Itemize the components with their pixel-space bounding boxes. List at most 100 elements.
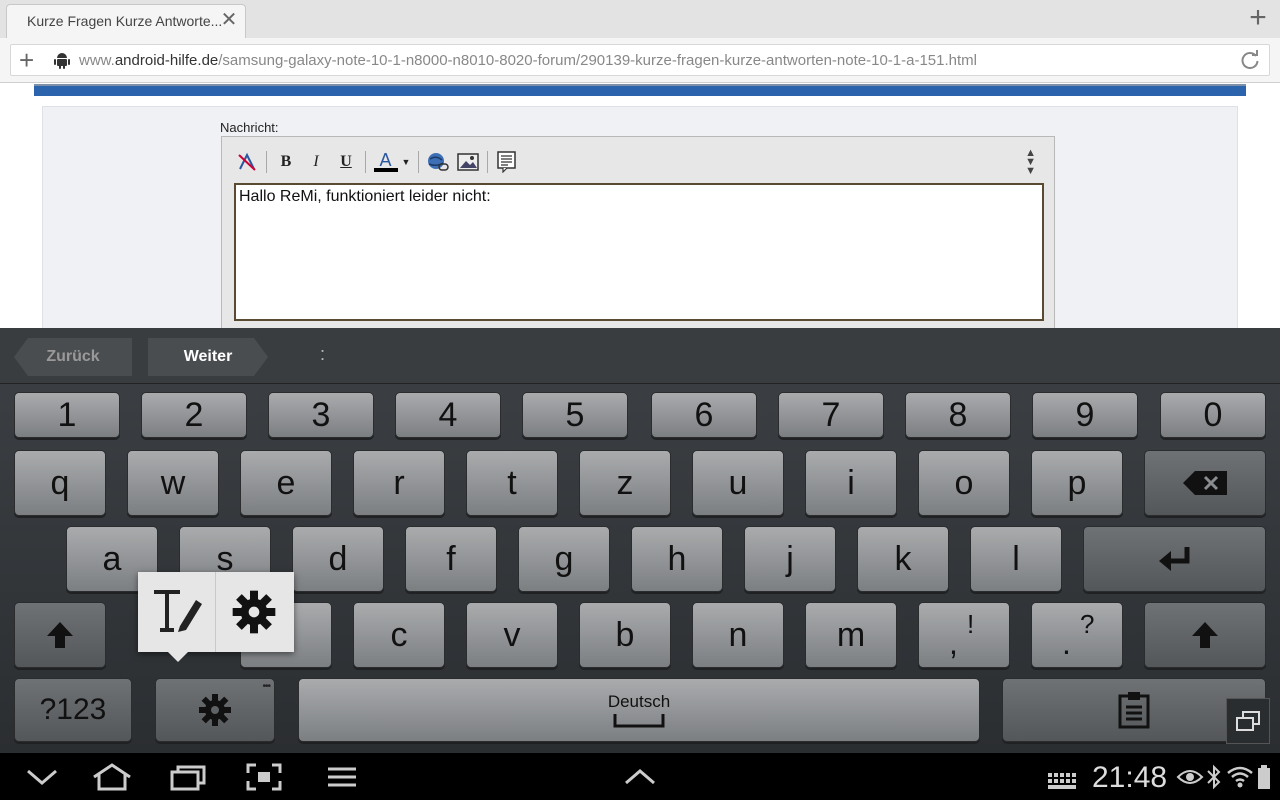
key-b[interactable]: b <box>579 602 671 668</box>
close-tab-icon[interactable]: ✕ <box>219 10 239 30</box>
message-textarea[interactable]: Hallo ReMi, funktioniert leider nicht: <box>234 183 1044 321</box>
message-text: Hallo ReMi, funktioniert leider nicht: <box>239 188 491 205</box>
suggestion-text[interactable]: : <box>320 344 325 365</box>
tab-strip: Kurze Fragen Kurze Antworte... ✕ + <box>0 0 1280 38</box>
reload-icon[interactable] <box>1239 49 1261 71</box>
key-z[interactable]: z <box>579 450 671 516</box>
symbols-key[interactable]: ?123 <box>14 678 132 742</box>
shift-icon <box>1192 622 1218 648</box>
backspace-key[interactable] <box>1144 450 1266 516</box>
key-3[interactable]: 3 <box>268 392 374 438</box>
space-bar-icon <box>613 714 665 728</box>
shift-icon <box>47 622 73 648</box>
multiwindow-icon[interactable] <box>1226 698 1270 744</box>
quote-icon[interactable] <box>492 148 522 176</box>
web-page: Nachricht: B I U A ▼ ▲ ▼ ▼ Hallo ReMi, f… <box>0 84 1280 336</box>
browser-tab[interactable]: Kurze Fragen Kurze Antworte... ✕ <box>6 4 246 38</box>
key-period[interactable]: . ? <box>1031 602 1123 668</box>
settings-key[interactable]: ••• <box>155 678 275 742</box>
key-9[interactable]: 9 <box>1032 392 1138 438</box>
key-k[interactable]: k <box>857 526 949 592</box>
key-d[interactable]: d <box>292 526 384 592</box>
key-q[interactable]: q <box>14 450 106 516</box>
enter-icon <box>1158 547 1189 571</box>
url-text: www.android-hilfe.de/samsung-galaxy-note… <box>79 52 977 69</box>
url-prefix: www. <box>79 52 115 69</box>
key-v[interactable]: v <box>466 602 558 668</box>
key-u[interactable]: u <box>692 450 784 516</box>
key-w[interactable]: w <box>127 450 219 516</box>
toolbar-separator <box>365 151 366 173</box>
underline-button[interactable]: U <box>331 148 361 176</box>
next-field-button[interactable]: Weiter <box>148 338 268 376</box>
shift-left-key[interactable] <box>14 602 106 668</box>
insert-link-icon[interactable] <box>423 148 453 176</box>
key-8[interactable]: 8 <box>905 392 1011 438</box>
chevron-up-icon[interactable] <box>620 763 660 791</box>
url-field[interactable]: + www.android-hilfe.de/samsung-galaxy-no… <box>10 44 1270 76</box>
enter-key[interactable] <box>1083 526 1266 592</box>
key-f[interactable]: f <box>405 526 497 592</box>
wifi-icon <box>1227 766 1253 788</box>
key-e[interactable]: e <box>240 450 332 516</box>
keyboard-nav-strip: Zurück Weiter : <box>0 328 1280 384</box>
key-h[interactable]: h <box>631 526 723 592</box>
address-bar: + www.android-hilfe.de/samsung-galaxy-no… <box>0 38 1280 83</box>
toolbar-separator <box>266 151 267 173</box>
key-5[interactable]: 5 <box>522 392 628 438</box>
period-char: . <box>1062 625 1071 661</box>
italic-label: I <box>313 153 319 170</box>
key-t[interactable]: t <box>466 450 558 516</box>
key-comma[interactable]: , ! <box>918 602 1010 668</box>
key-j[interactable]: j <box>744 526 836 592</box>
message-label: Nachricht: <box>220 120 279 135</box>
back-field-button[interactable]: Zurück <box>14 338 132 376</box>
key-i[interactable]: i <box>805 450 897 516</box>
resize-editor-icon[interactable]: ▲ ▼ ▼ <box>1025 148 1036 177</box>
key-c[interactable]: c <box>353 602 445 668</box>
bold-label: B <box>280 153 292 170</box>
handwriting-input-icon[interactable] <box>150 586 206 636</box>
add-bookmark-icon[interactable]: + <box>19 46 34 74</box>
home-icon[interactable] <box>90 763 134 791</box>
screenshot-icon[interactable] <box>244 763 284 791</box>
android-favicon-icon <box>54 53 70 69</box>
key-r[interactable]: r <box>353 450 445 516</box>
font-color-label: A <box>379 150 392 170</box>
insert-image-icon[interactable] <box>453 148 483 176</box>
chevron-down-icon: ▼ <box>401 157 411 167</box>
key-7[interactable]: 7 <box>778 392 884 438</box>
key-4[interactable]: 4 <box>395 392 501 438</box>
key-l[interactable]: l <box>970 526 1062 592</box>
toolbar-separator <box>487 151 488 173</box>
period-alt-char: ? <box>1080 609 1095 639</box>
key-p[interactable]: p <box>1031 450 1123 516</box>
comma-char: , <box>949 625 958 661</box>
remove-format-icon[interactable] <box>232 148 262 176</box>
backspace-icon <box>1183 471 1227 495</box>
italic-button[interactable]: I <box>301 148 331 176</box>
menu-icon[interactable] <box>322 763 362 791</box>
keyboard-settings-icon[interactable] <box>230 588 278 636</box>
space-label: Deutsch <box>607 692 671 711</box>
recent-apps-icon[interactable] <box>168 763 208 791</box>
shift-right-key[interactable] <box>1144 602 1266 668</box>
space-key[interactable]: Deutsch <box>298 678 980 742</box>
font-color-button[interactable]: A ▼ <box>370 148 414 176</box>
key-g[interactable]: g <box>518 526 610 592</box>
key-2[interactable]: 2 <box>141 392 247 438</box>
key-o[interactable]: o <box>918 450 1010 516</box>
keyboard-status-icon <box>1048 773 1076 789</box>
key-1[interactable]: 1 <box>14 392 120 438</box>
gear-icon <box>199 694 231 726</box>
hide-keyboard-icon[interactable] <box>22 763 62 791</box>
underline-label: U <box>340 153 352 170</box>
bluetooth-icon <box>1207 764 1221 790</box>
bold-button[interactable]: B <box>271 148 301 176</box>
key-n[interactable]: n <box>692 602 784 668</box>
key-6[interactable]: 6 <box>651 392 757 438</box>
key-m[interactable]: m <box>805 602 897 668</box>
key-0[interactable]: 0 <box>1160 392 1266 438</box>
new-tab-icon[interactable]: + <box>1244 3 1272 33</box>
more-options-icon: ••• <box>262 681 270 692</box>
